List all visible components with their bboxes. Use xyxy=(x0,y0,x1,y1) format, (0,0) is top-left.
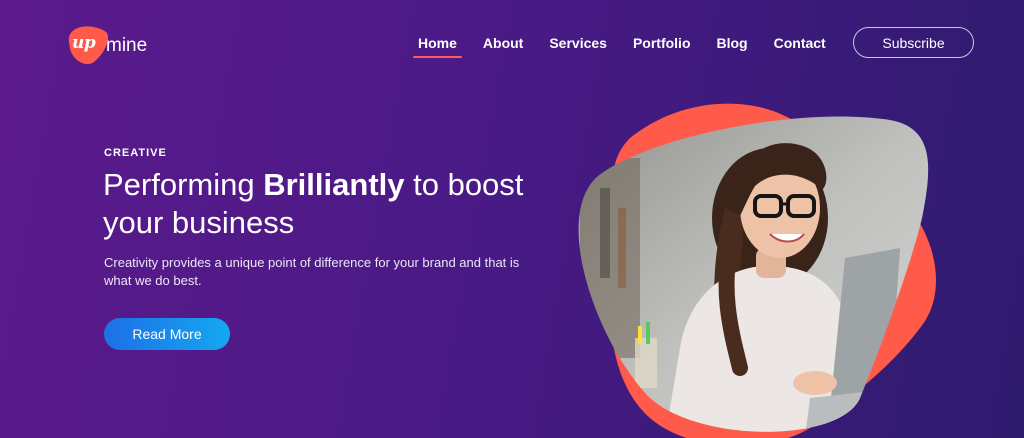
hero-description: Creativity provides a unique point of di… xyxy=(104,255,520,288)
logo[interactable]: up mine xyxy=(68,24,147,66)
logo-mark: up xyxy=(68,24,110,66)
nav-about[interactable]: About xyxy=(483,35,523,56)
hero-image xyxy=(560,98,950,438)
main-nav: Home About Services Portfolio Blog Conta… xyxy=(413,35,852,58)
nav-services[interactable]: Services xyxy=(549,35,607,56)
nav-blog[interactable]: Blog xyxy=(717,35,748,56)
logo-word: mine xyxy=(106,35,148,56)
nav-contact[interactable]: Contact xyxy=(774,35,826,56)
read-more-button[interactable]: Read More xyxy=(104,318,230,350)
subscribe-button[interactable]: Subscribe xyxy=(853,27,974,58)
hero-title-bold: Brilliantly xyxy=(263,167,405,202)
nav-portfolio[interactable]: Portfolio xyxy=(633,35,691,56)
nav-home[interactable]: Home xyxy=(413,35,462,58)
hero-title-pre: Performing xyxy=(103,167,264,202)
hero-eyebrow: CREATIVE xyxy=(104,147,167,159)
hero-title: Performing Brilliantly to boost your bus… xyxy=(103,166,563,242)
